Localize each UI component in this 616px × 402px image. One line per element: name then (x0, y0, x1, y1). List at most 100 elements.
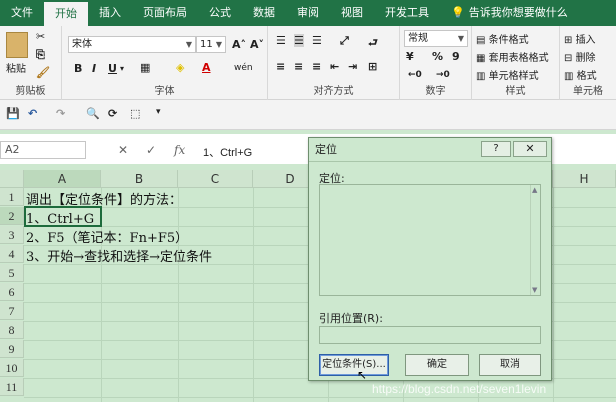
percent-button[interactable]: % (432, 50, 443, 63)
format-cells-button[interactable]: ▥ 格式 (564, 67, 597, 82)
format-painter-icon[interactable]: 🖌 (36, 66, 50, 79)
decrease-indent-icon[interactable]: ⇤ (330, 60, 339, 73)
number-format-select[interactable]: 常规 ▼ (404, 30, 468, 47)
format-cells-icon: ▥ (564, 71, 577, 82)
redo-icon[interactable]: ↷ (56, 107, 65, 120)
insert-cells-button[interactable]: ⊞ 插入 (564, 31, 596, 46)
goto-list[interactable]: ▲ ▼ (319, 184, 541, 296)
tab-formulas[interactable]: 公式 (198, 0, 242, 26)
cancel-button[interactable]: 取消 (479, 354, 541, 376)
row-header-11[interactable]: 11 (0, 378, 24, 396)
undo-icon[interactable]: ↶ (28, 107, 37, 120)
customize-qat-icon[interactable]: ▾ (156, 107, 161, 117)
formula-input[interactable]: 1、Ctrl+G (203, 144, 252, 160)
group-styles: ▤ 条件格式 ▦ 套用表格格式 ▥ 单元格样式 样式 (472, 26, 560, 100)
cell-a3[interactable]: 2、F5（笔记本：Fn+F5） (26, 227, 188, 246)
select-objects-icon[interactable]: ⬚ (130, 107, 140, 120)
orientation-icon[interactable]: ⤢ (340, 34, 349, 48)
special-button[interactable]: 定位条件(S)... (319, 354, 389, 376)
increase-decimal-icon[interactable]: ←0 (408, 70, 422, 80)
bold-button[interactable]: B (74, 62, 82, 75)
delete-cells-button[interactable]: ⊟ 删除 (564, 49, 596, 64)
cell-a4[interactable]: 3、开始→查找和选择→定位条件 (26, 246, 212, 265)
align-left-icon[interactable]: ≡ (276, 60, 285, 73)
scroll-up-icon[interactable]: ▲ (532, 186, 537, 194)
align-top-icon[interactable]: ☰ (276, 34, 286, 47)
reference-input[interactable] (319, 326, 541, 344)
tab-review[interactable]: 审阅 (286, 0, 330, 26)
tab-developer[interactable]: 开发工具 (374, 0, 440, 26)
name-box[interactable]: A2 (0, 141, 86, 159)
list-scrollbar[interactable]: ▲ ▼ (530, 185, 540, 295)
row-header-6[interactable]: 6 (0, 283, 24, 301)
help-button[interactable]: ? (481, 141, 511, 157)
scroll-down-icon[interactable]: ▼ (532, 286, 537, 294)
lightbulb-icon: 💡 (451, 6, 465, 19)
tab-view[interactable]: 视图 (330, 0, 374, 26)
row-header-3[interactable]: 3 (0, 226, 24, 244)
cell-styles-button[interactable]: ▥ 单元格样式 (476, 67, 539, 82)
row-header-9[interactable]: 9 (0, 340, 24, 358)
save-icon[interactable]: 💾 (6, 107, 20, 120)
phonetic-button[interactable]: wén (234, 63, 253, 73)
increase-indent-icon[interactable]: ⇥ (348, 60, 357, 73)
wrap-text-icon[interactable]: ⮐ (368, 34, 378, 53)
format-as-table-button[interactable]: ▦ 套用表格格式 (476, 49, 549, 64)
tab-insert[interactable]: 插入 (88, 0, 132, 26)
conditional-format-button[interactable]: ▤ 条件格式 (476, 31, 529, 46)
row-header-7[interactable]: 7 (0, 302, 24, 320)
column-header-h[interactable]: H (553, 170, 616, 188)
currency-button[interactable]: ¥ (406, 50, 414, 63)
format-as-table-label: 套用表格格式 (488, 53, 549, 64)
row-header-2[interactable]: 2 (0, 207, 24, 225)
tab-home[interactable]: 开始 (44, 2, 88, 26)
tell-me-box[interactable]: 💡 告诉我你想要做什么 (440, 0, 579, 26)
font-color-icon[interactable]: A (202, 61, 211, 74)
row-header-10[interactable]: 10 (0, 359, 24, 377)
paste-icon[interactable] (6, 32, 28, 58)
paste-button[interactable]: 粘贴 (6, 60, 26, 75)
refresh-icon[interactable]: ⟳ (108, 107, 117, 120)
tab-file[interactable]: 文件 (0, 0, 44, 26)
copy-icon[interactable]: ⎘ (36, 48, 45, 62)
align-right-icon[interactable]: ≡ (312, 60, 321, 73)
decrease-decimal-icon[interactable]: →0 (436, 70, 450, 80)
insert-function-button[interactable]: fx (174, 143, 185, 157)
chevron-down-icon: ▼ (457, 34, 464, 43)
font-size-select[interactable]: 11 ▼ (196, 36, 226, 53)
grow-font-button[interactable]: A˄ (232, 38, 246, 51)
cell-a2[interactable]: 1、Ctrl+G (26, 208, 94, 227)
align-center-icon[interactable]: ≡ (294, 60, 303, 73)
watermark-text: https://blog.csdn.net/seven1levin (372, 382, 547, 396)
print-preview-icon[interactable]: 🔍 (86, 107, 100, 120)
row-header-5[interactable]: 5 (0, 264, 24, 282)
align-bottom-icon[interactable]: ☰ (312, 34, 322, 47)
merge-center-icon[interactable]: ⊞ (368, 60, 377, 73)
font-name-select[interactable]: 宋体 ▼ (68, 36, 196, 53)
column-header-a[interactable]: A (24, 170, 101, 188)
border-icon[interactable]: ▦ (140, 61, 150, 74)
underline-dropdown-icon[interactable]: ▾ (120, 64, 124, 73)
cell-a1[interactable]: 调出【定位条件】的方法： (26, 189, 182, 208)
tab-page-layout[interactable]: 页面布局 (132, 0, 198, 26)
select-all-corner[interactable] (0, 170, 24, 188)
shrink-font-button[interactable]: A˅ (250, 38, 264, 51)
enter-formula-icon[interactable]: ✓ (146, 143, 156, 157)
group-font: 宋体 ▼ 11 ▼ A˄ A˅ B I U ▾ ▦ ◈ A wén 字体 (62, 26, 268, 100)
cancel-formula-icon[interactable]: ✕ (118, 143, 128, 157)
underline-button[interactable]: U (108, 62, 117, 75)
ok-button[interactable]: 确定 (405, 354, 469, 376)
row-header-8[interactable]: 8 (0, 321, 24, 339)
close-button[interactable]: ✕ (513, 141, 547, 157)
italic-button[interactable]: I (92, 62, 96, 75)
row-header-4[interactable]: 4 (0, 245, 24, 263)
column-header-c[interactable]: C (178, 170, 253, 188)
row-header-1[interactable]: 1 (0, 188, 24, 206)
mouse-cursor-icon: ↖ (357, 368, 368, 382)
fill-color-icon[interactable]: ◈ (176, 61, 184, 74)
cut-icon[interactable]: ✂ (36, 30, 45, 43)
tab-data[interactable]: 数据 (242, 0, 286, 26)
comma-button[interactable]: 9 (452, 50, 460, 63)
align-middle-icon[interactable]: ☰ (294, 34, 304, 47)
column-header-b[interactable]: B (101, 170, 178, 188)
